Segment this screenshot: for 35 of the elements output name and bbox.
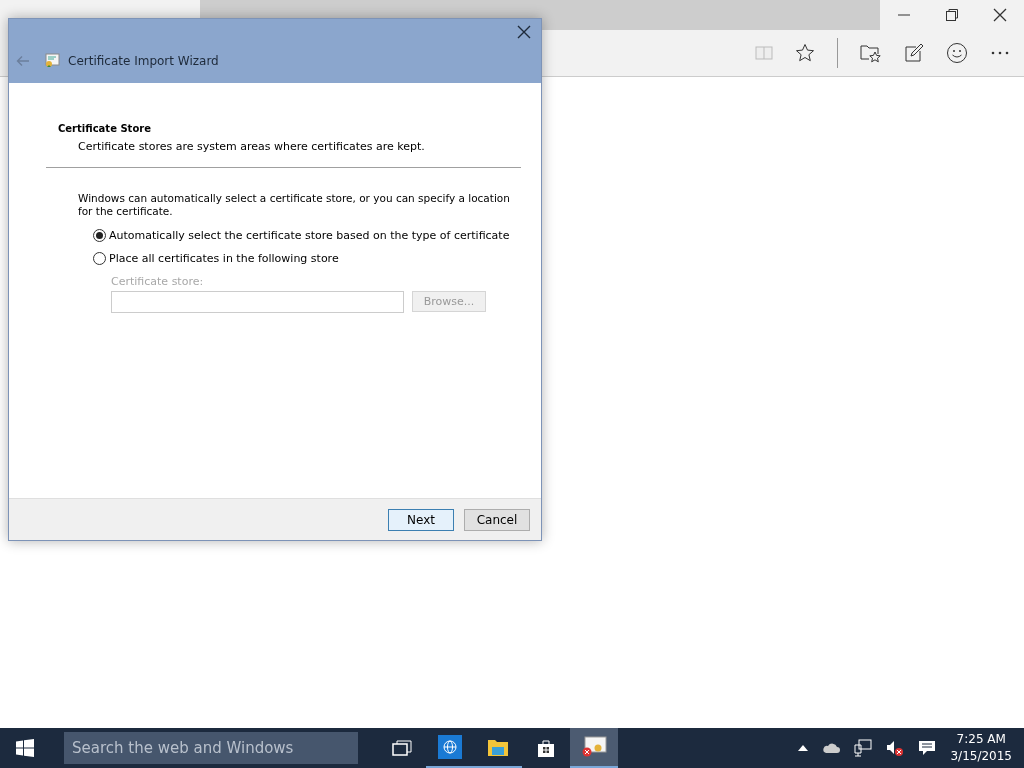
close-icon[interactable]: [517, 25, 531, 39]
dialog-button[interactable]: Cancel: [464, 508, 530, 531]
window-title: Certificate Import Wizard: [68, 54, 219, 68]
radio-button[interactable]: [93, 252, 106, 265]
certificate-icon: [44, 53, 60, 69]
restore-icon[interactable]: [945, 8, 959, 22]
taskbar-app[interactable]: [570, 728, 618, 768]
caret-up-icon[interactable]: [798, 745, 809, 751]
radio-option[interactable]: Place all certificates in the following store: [93, 252, 521, 265]
radio-option[interactable]: Automatically select the certificate store based on the type of certificate: [93, 229, 521, 242]
folder-icon: [487, 737, 509, 757]
dialog-button[interactable]: Next: [388, 508, 454, 531]
hub-icon[interactable]: [860, 43, 882, 63]
clock-date[interactable]: 3/15/2015: [950, 748, 1012, 765]
network-icon[interactable]: [854, 739, 873, 757]
smiley-icon[interactable]: [946, 42, 968, 64]
shopping-bag-icon: [537, 738, 555, 758]
close-icon[interactable]: [993, 8, 1007, 22]
clock-time[interactable]: 7:25 AM: [956, 731, 1006, 748]
page-heading: Certificate Store: [58, 123, 152, 134]
description-text: Windows can automatically select a certificate store, or you can specify a location for the certificate.: [78, 192, 511, 218]
task-view-icon: [392, 740, 412, 756]
more-icon[interactable]: [990, 50, 1010, 56]
search-field[interactable]: Search the web and Windows: [64, 732, 358, 764]
field-label: Certificate store:: [111, 275, 205, 288]
globe-icon: [438, 735, 462, 759]
muted-speaker-icon[interactable]: [886, 739, 905, 757]
favorite-star-icon[interactable]: [795, 43, 815, 63]
cloud-icon[interactable]: [822, 742, 841, 754]
note-pen-icon[interactable]: [904, 43, 924, 63]
page-subheading: Certificate stores are system areas where certificates are kept.: [78, 140, 426, 153]
certificate-icon: [581, 736, 607, 758]
windows-start-icon[interactable]: [16, 739, 34, 757]
notification-icon[interactable]: [918, 740, 937, 756]
radio-button[interactable]: [93, 229, 106, 242]
